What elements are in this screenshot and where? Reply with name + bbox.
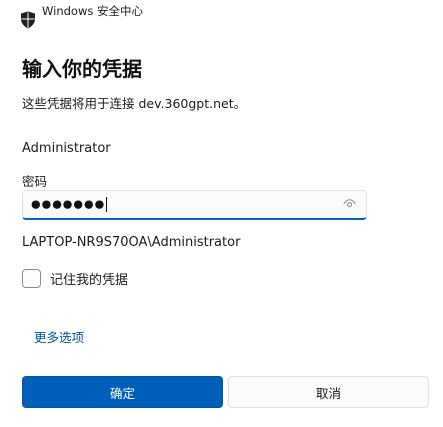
domain-user-text: LAPTOP-NR9S70OA\Administrator xyxy=(22,235,241,250)
eye-icon[interactable] xyxy=(343,199,356,209)
text-caret xyxy=(106,197,108,212)
title-bar xyxy=(20,10,36,30)
password-label: 密码 xyxy=(22,174,48,189)
password-value: ●●●●●●● xyxy=(31,197,106,211)
dialog-heading: 输入你的凭据 xyxy=(22,57,142,81)
app-title: Windows 安全中心 xyxy=(42,4,143,18)
more-options-link[interactable]: 更多选项 xyxy=(34,327,84,346)
ok-button[interactable]: 确定 xyxy=(22,376,223,408)
remember-checkbox[interactable] xyxy=(22,269,41,288)
remember-credentials[interactable]: 记住我的凭据 xyxy=(22,269,128,288)
cancel-button[interactable]: 取消 xyxy=(228,376,429,408)
password-value-wrap: ●●●●●●● xyxy=(31,197,108,212)
username-text: Administrator xyxy=(22,141,111,156)
password-field[interactable]: ●●●●●●● xyxy=(22,190,367,220)
credential-dialog: Windows 安全中心 输入你的凭据 这些凭据将用于连接 dev.360gpt… xyxy=(0,0,443,427)
dialog-subtitle: 这些凭据将用于连接 dev.360gpt.net。 xyxy=(22,96,247,111)
remember-label: 记住我的凭据 xyxy=(50,273,129,288)
shield-icon xyxy=(21,11,35,29)
